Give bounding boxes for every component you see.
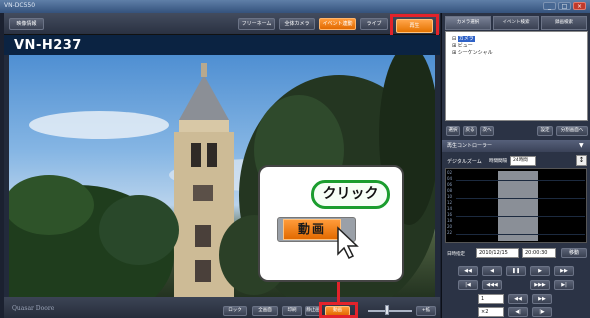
enlarged-movie-button: 動画 [283,219,341,240]
callout-connector [337,280,340,303]
timeline-tick: 16 [447,212,453,217]
select-button[interactable]: 選択 [446,126,460,136]
pause-button[interactable]: ❚❚ [506,266,526,276]
timeline-tick: 08 [447,188,453,193]
camera-tree[interactable]: ⊟ カメラ ⊞ ビュー ⊞ シーケンシャル [445,31,588,121]
settings-button[interactable]: 設定 [537,126,553,136]
zoom-slider-knob[interactable] [385,305,389,315]
timeline-tick: 14 [447,206,453,211]
timeline-gridline [456,234,585,235]
skip-start-button[interactable]: |◀ [458,280,478,290]
mouse-cursor-icon [337,226,359,260]
live-tab[interactable]: ライブ [360,18,388,30]
frame-forward-button[interactable]: |▶ [532,307,552,317]
fast-forward-button[interactable]: ▶▶ [554,266,574,276]
expand-button[interactable]: +拡 [416,306,436,316]
timeline-toggle-button[interactable]: ↕ [576,155,587,166]
timeline-tick: 06 [447,182,453,187]
timeline-tick: 20 [447,224,453,229]
playback-controller-title: 再生コントローラー [447,143,493,149]
timeline-gridline [456,198,585,199]
split-screen-button[interactable]: 分割画面へ [556,126,588,136]
tree-item-sequential[interactable]: シーケンシャル [458,50,493,56]
timeline-tick: 22 [447,230,453,235]
speed-up-button[interactable]: ▶▶ [532,294,552,304]
bottom-control-bar [4,297,440,318]
timeline-tick: 04 [447,176,453,181]
move-button[interactable]: 移動 [561,248,587,258]
timeline-gridline [456,180,585,181]
print-button[interactable]: 印刷 [282,306,302,316]
video-info-button[interactable]: 映像情報 [9,18,44,30]
tree-expand-icon[interactable]: ⊞ [452,50,456,56]
skip-end-button[interactable]: ▶| [554,280,574,290]
recorded-segment [498,171,538,241]
skip-back-button[interactable]: ◀◀◀ [482,280,502,290]
minimize-button[interactable]: _ [543,2,556,10]
window-title: VN-DC550 [4,2,36,9]
fast-rewind-button[interactable]: ◀◀ [458,266,478,276]
timeline-tick: 18 [447,218,453,223]
timeline-tick: 12 [447,200,453,205]
window-titlebar [0,0,590,13]
digital-zoom-label: デジタルズーム [447,159,482,165]
fullscreen-button[interactable]: 全画面 [252,306,278,316]
date-specify-label: 日時指定 [447,252,465,257]
back-button[interactable]: 戻る [463,126,477,136]
all-cameras-tab[interactable]: 全体カメラ [279,18,315,30]
step-spinner[interactable]: ×2 [478,307,504,317]
event-link-tab[interactable]: イベント連動 [319,18,356,30]
time-interval-select[interactable]: 24時間 [510,156,536,166]
frame-back-button[interactable]: ◀| [508,307,528,317]
date-field[interactable]: 2010/12/15 [476,248,519,258]
click-speech-bubble: クリック [311,180,390,209]
camera-name: VN-H237 [14,38,82,53]
maximize-button[interactable]: □ [558,2,571,10]
timeline-tick: 02 [447,170,453,175]
close-button[interactable]: × [573,2,586,10]
free-name-tab[interactable]: フリーネーム [238,18,275,30]
time-field[interactable]: 20:00:30 [522,248,556,258]
reverse-play-button[interactable]: ◀ [482,266,502,276]
time-interval-label: 時間間隔 [489,159,507,164]
lock-button[interactable]: ロック [223,306,247,316]
brand-logo-text: Quasar Doore [12,305,55,312]
timeline-tick: 10 [447,194,453,199]
tab-event-search[interactable]: イベント検索 [493,16,539,30]
tab-camera-select[interactable]: カメラ選択 [445,16,491,30]
play-button[interactable]: ▶ [530,266,550,276]
speed-down-button[interactable]: ◀◀ [508,294,528,304]
movie-button-highlight [319,302,358,318]
tab-recording-search[interactable]: 録画検索 [541,16,587,30]
timeline-gridline [456,216,585,217]
zoom-slider-track[interactable] [368,310,412,312]
next-button[interactable]: 次へ [480,126,494,136]
speed-spinner[interactable]: 1 [478,294,504,304]
skip-forward-button[interactable]: ▶▶▶ [530,280,550,290]
collapse-arrow-icon[interactable]: ▼ [579,142,584,149]
